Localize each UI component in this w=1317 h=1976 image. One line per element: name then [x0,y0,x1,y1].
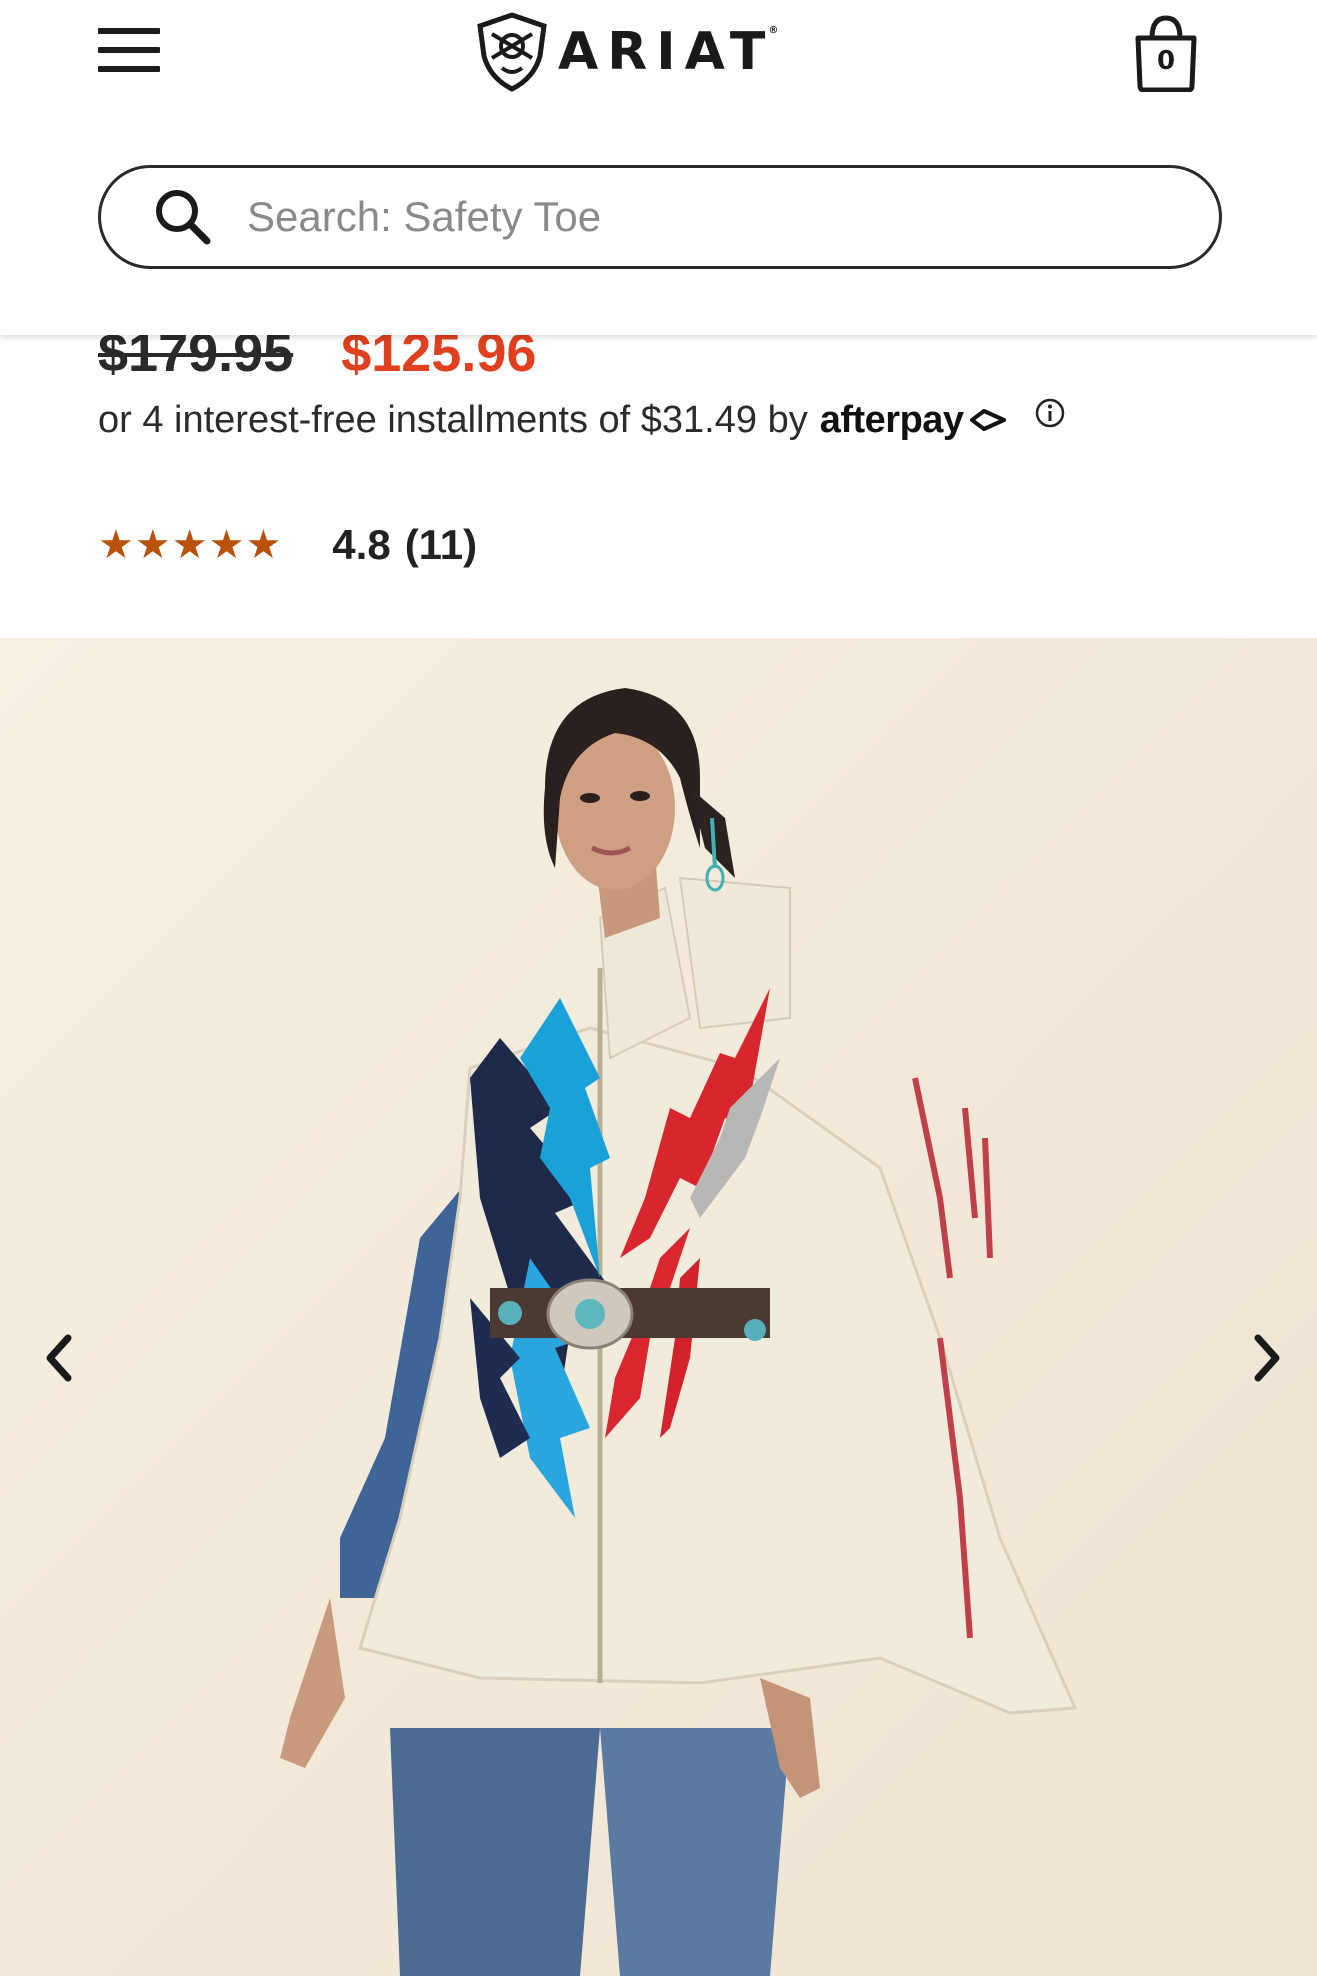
cart-count-badge: 0 [1156,46,1176,76]
product-rating[interactable]: ★★★★★ 4.8 (11) [98,515,477,575]
brand-name: ARIAT® [558,22,779,82]
rating-value: 4.8 [332,521,391,568]
site-header: ARIAT® 0 [0,0,1317,335]
installments-text: or 4 interest-free installments of $31.4… [98,398,808,441]
chevron-left-icon[interactable] [38,1328,78,1388]
search-bar[interactable] [98,165,1222,269]
cart-button[interactable]: 0 [1130,12,1202,93]
product-photo [280,688,1078,1976]
afterpay-installments: or 4 interest-free installments of $31.4… [98,392,1066,448]
afterpay-arrows-icon [969,409,1006,431]
hamburger-menu-icon[interactable] [98,28,160,72]
ariat-shield-icon [477,12,547,92]
rating-stars: ★★★★★ [98,523,283,567]
afterpay-logo[interactable]: afterpay [820,399,964,442]
search-icon[interactable] [151,185,215,249]
chevron-right-icon[interactable] [1248,1328,1288,1388]
product-image-gallery[interactable] [0,638,1317,1976]
search-input[interactable] [245,192,1149,242]
info-icon[interactable] [1034,397,1066,429]
review-count[interactable]: (11) [405,521,477,569]
brand-logo[interactable]: ARIAT® [474,12,834,92]
